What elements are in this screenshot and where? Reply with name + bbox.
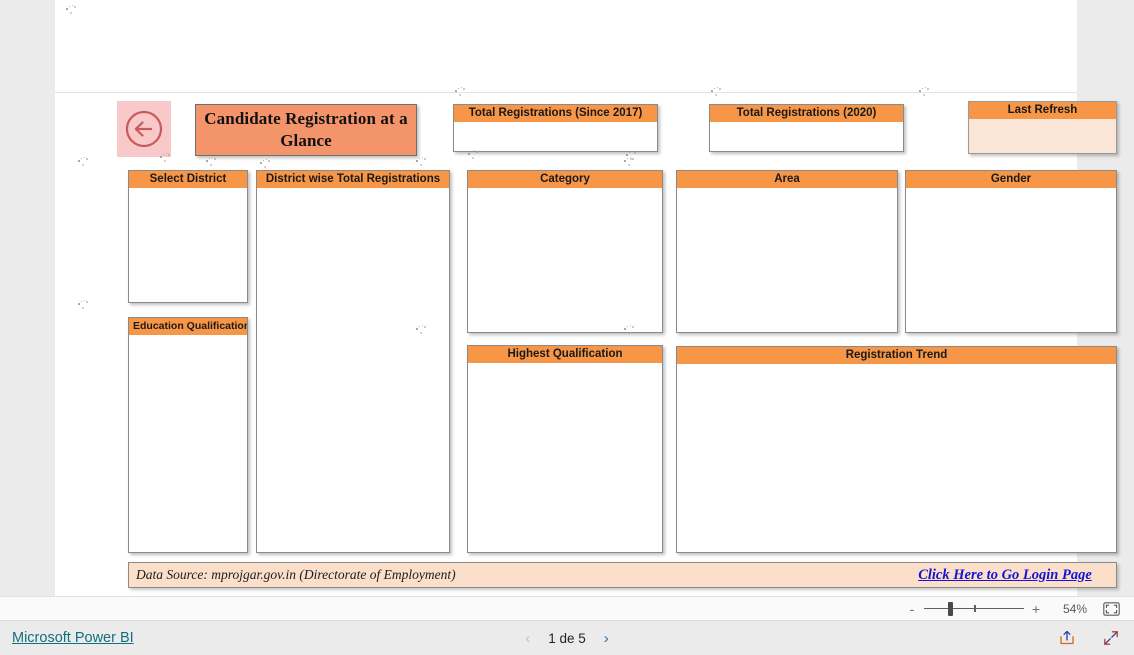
panel-gender[interactable]: Gender	[905, 170, 1117, 333]
chevron-left-icon[interactable]: ‹	[525, 630, 530, 647]
kpi-card-total-registrations-since-2017[interactable]: Total Registrations (Since 2017)	[453, 104, 658, 152]
kpi-header-total-registrations-2020: Total Registrations (2020)	[710, 105, 903, 122]
panel-body-gender[interactable]	[906, 188, 1116, 332]
kpi-card-total-registrations-2020[interactable]: Total Registrations (2020)	[709, 104, 904, 152]
back-button[interactable]	[117, 101, 171, 157]
zoom-slider-tick	[974, 604, 976, 612]
zoom-level-value: 54%	[1062, 601, 1087, 616]
panel-registration-trend[interactable]: Registration Trend	[676, 346, 1117, 553]
panel-highest-qualification[interactable]: Highest Qualification	[467, 345, 663, 553]
panel-area[interactable]: Area	[676, 170, 898, 333]
report-canvas: Candidate Registration at a Glance Total…	[55, 0, 1117, 596]
page-title: Candidate Registration at a Glance	[204, 109, 408, 150]
zoom-slider[interactable]	[924, 601, 1024, 616]
panel-body-category[interactable]	[468, 188, 662, 332]
chevron-right-icon[interactable]: ›	[604, 630, 609, 647]
power-bi-report-viewer: Candidate Registration at a Glance Total…	[0, 0, 1134, 655]
panel-header-area: Area	[677, 171, 897, 188]
zoom-slider-thumb[interactable]	[948, 601, 953, 616]
panel-body-registration-trend[interactable]	[677, 364, 1116, 552]
page-indicator: 1 de 5	[548, 630, 586, 646]
panel-header-select-district: Select District	[129, 171, 247, 188]
panel-body-select-district[interactable]	[129, 188, 247, 302]
panel-body-education-qualification[interactable]	[129, 335, 247, 552]
circle-arrow-left-icon	[125, 110, 163, 148]
panel-education-qualification[interactable]: Education Qualification	[128, 317, 248, 553]
panel-body-district-wise-total-registrations[interactable]	[257, 188, 449, 552]
panel-category[interactable]: Category	[467, 170, 663, 333]
panel-header-gender: Gender	[906, 171, 1116, 188]
report-title-card: Candidate Registration at a Glance	[195, 104, 417, 156]
status-bar: Microsoft Power BI ‹ 1 de 5 ›	[0, 621, 1134, 655]
panel-header-education-qualification: Education Qualification	[129, 318, 247, 335]
fit-to-page-icon[interactable]	[1103, 601, 1120, 616]
panel-header-registration-trend: Registration Trend	[677, 347, 1116, 364]
kpi-header-total-registrations-since-2017: Total Registrations (Since 2017)	[454, 105, 657, 122]
kpi-value-total-registrations-2020	[710, 122, 903, 151]
panel-select-district[interactable]: Select District	[128, 170, 248, 303]
zoom-out-button[interactable]: -	[905, 601, 919, 617]
panel-header-highest-qualification: Highest Qualification	[468, 346, 662, 363]
report-footer-bar: Data Source: mprojgar.gov.in (Directorat…	[128, 562, 1117, 588]
panel-header-category: Category	[468, 171, 662, 188]
loading-spinner	[65, 4, 79, 14]
kpi-header-last-refresh: Last Refresh	[969, 102, 1116, 119]
zoom-toolbar: - + 54%	[0, 596, 1134, 621]
page-navigation: ‹ 1 de 5 ›	[0, 630, 1134, 647]
kpi-card-last-refresh[interactable]: Last Refresh	[968, 101, 1117, 154]
kpi-value-last-refresh	[969, 119, 1116, 153]
status-bar-icons	[1058, 629, 1120, 647]
blank-loading-region	[55, 0, 1077, 93]
kpi-value-total-registrations-since-2017	[454, 122, 657, 151]
login-page-link[interactable]: Click Here to Go Login Page	[891, 567, 1119, 584]
data-source-text: Data Source: mprojgar.gov.in (Directorat…	[136, 567, 456, 582]
panel-body-highest-qualification[interactable]	[468, 363, 662, 552]
panel-district-wise-total-registrations[interactable]: District wise Total Registrations	[256, 170, 450, 553]
panel-body-area[interactable]	[677, 188, 897, 332]
share-icon[interactable]	[1058, 629, 1076, 647]
fullscreen-icon[interactable]	[1102, 629, 1120, 647]
panel-header-district-wise-total-registrations: District wise Total Registrations	[257, 171, 449, 188]
zoom-in-button[interactable]: +	[1029, 601, 1043, 617]
